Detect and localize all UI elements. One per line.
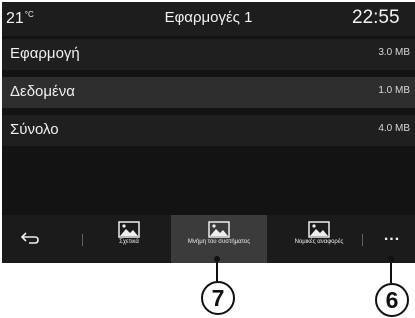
list-item-label: Δεδομένα <box>10 83 75 100</box>
callout-line <box>390 259 392 283</box>
list-item-value: 1.0 MB <box>378 85 410 96</box>
list-item-application[interactable]: Εφαρμογή 3.0 MB <box>2 39 415 70</box>
tab-legal-notices[interactable]: Νομικές αναφορές <box>279 215 359 263</box>
callout-badge-7: 7 <box>201 281 235 315</box>
toolbar-divider <box>362 234 363 246</box>
bottom-toolbar: Σχετικά Μνήμη του συστήματος Νομικές ανα… <box>2 215 415 263</box>
list-item-value: 3.0 MB <box>378 47 410 58</box>
list-item-label: Εφαρμογή <box>10 45 80 62</box>
list-item-data[interactable]: Δεδομένα 1.0 MB <box>2 77 415 108</box>
callout-line <box>216 259 218 283</box>
tab-label: Σχετικά <box>119 239 139 245</box>
back-button[interactable] <box>2 215 58 263</box>
back-arrow-icon <box>20 232 39 244</box>
more-dots-icon: ... <box>383 227 401 244</box>
toolbar-divider <box>82 234 83 246</box>
clock: 22:55 <box>352 7 400 28</box>
image-icon <box>118 221 140 238</box>
callout-badge-6: 6 <box>375 283 409 317</box>
status-bar: 21°C Εφαρμογές 1 22:55 <box>2 2 415 36</box>
tab-label: Μνήμη του συστήματος <box>187 239 251 245</box>
list-item-total[interactable]: Σύνολο 4.0 MB <box>2 115 415 146</box>
image-icon <box>308 221 330 238</box>
infotainment-screen: 21°C Εφαρμογές 1 22:55 Εφαρμογή 3.0 MB Δ… <box>2 2 415 263</box>
image-icon <box>208 221 230 238</box>
list-item-label: Σύνολο <box>10 121 59 138</box>
list-item-value: 4.0 MB <box>378 123 410 134</box>
tab-label: Νομικές αναφορές <box>294 239 344 245</box>
tab-about[interactable]: Σχετικά <box>99 215 159 263</box>
